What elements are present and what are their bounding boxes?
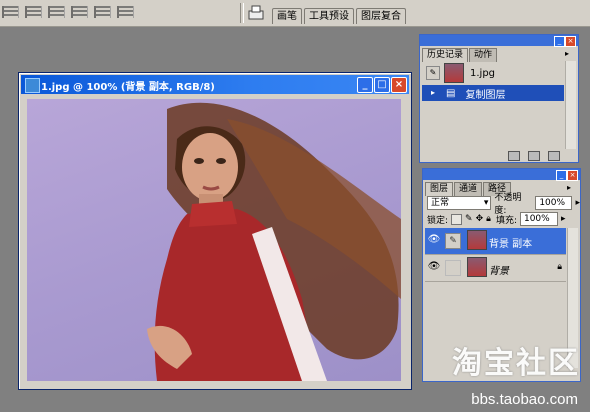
- panel-close-button[interactable]: ×: [565, 36, 576, 47]
- align-distribute-icons: [2, 6, 134, 18]
- history-step-icon: ▤: [446, 87, 456, 99]
- blend-mode-value: 正常: [431, 198, 450, 208]
- distribute-top-icon[interactable]: [71, 6, 88, 18]
- brush-source-icon[interactable]: ✎: [426, 66, 440, 80]
- document-window: 1.jpg @ 100% (背景 副本, RGB/8) _ □ ×: [18, 72, 412, 390]
- tab-history[interactable]: 历史记录: [422, 48, 469, 62]
- layer-name: 背景 副本: [489, 239, 533, 250]
- layers-panel-titlebar[interactable]: _ ×: [423, 169, 580, 181]
- history-tabs: 历史记录 动作: [422, 48, 498, 62]
- panel-menu-arrow-icon[interactable]: ▸: [567, 183, 575, 193]
- toolbar-separator: [240, 3, 244, 23]
- opacity-value: 100%: [539, 198, 566, 208]
- history-step-label: 复制图层: [465, 89, 506, 101]
- link-cell[interactable]: [445, 260, 461, 276]
- document-titlebar[interactable]: 1.jpg @ 100% (背景 副本, RGB/8) _ □ ×: [21, 75, 409, 94]
- layer-thumbnail: [467, 257, 487, 277]
- distribute-bottom-icon[interactable]: [117, 6, 134, 18]
- eye-icon[interactable]: 👁︎: [427, 234, 441, 248]
- close-button[interactable]: ×: [391, 77, 407, 93]
- tab-actions[interactable]: 动作: [469, 48, 498, 62]
- panel-close-button[interactable]: ×: [567, 170, 578, 181]
- tab-layers[interactable]: 图层: [425, 182, 454, 196]
- panel-minimize-button[interactable]: _: [554, 36, 565, 47]
- new-document-icon[interactable]: [508, 151, 520, 161]
- layer-row[interactable]: 👁︎ 背景 🔒︎: [425, 255, 566, 282]
- history-state-slider-icon[interactable]: ▸: [426, 86, 440, 100]
- history-step[interactable]: ▸ ▤ 复制图层: [422, 85, 564, 101]
- new-snapshot-icon[interactable]: [528, 151, 540, 161]
- palette-well-icon[interactable]: [248, 5, 264, 20]
- fill-slider-icon[interactable]: ▸: [561, 214, 566, 224]
- snapshot-name: 1.jpg: [470, 67, 496, 79]
- minimize-button[interactable]: _: [357, 77, 373, 93]
- align-top-icon[interactable]: [2, 6, 19, 18]
- history-scrollbar[interactable]: [565, 61, 576, 149]
- fill-value: 100%: [523, 214, 550, 224]
- blend-opacity-row: 正常 ▾ 不透明度: 100% ▸: [427, 193, 580, 216]
- lock-all-icon[interactable]: 🔒︎: [486, 214, 491, 224]
- opacity-slider-icon[interactable]: ▸: [575, 198, 580, 208]
- layer-name: 背景: [489, 266, 509, 277]
- lock-fill-row: 锁定: ✎ ✥ 🔒︎ 填充: 100% ▸: [427, 212, 566, 226]
- lock-label: 锁定:: [427, 215, 449, 226]
- fill-label: 填充:: [495, 215, 517, 226]
- well-tab-layer-comps[interactable]: 图层复合: [356, 8, 406, 24]
- snapshot-thumbnail: [444, 63, 464, 83]
- history-snapshot[interactable]: ✎ 1.jpg: [422, 61, 564, 85]
- eye-icon[interactable]: 👁︎: [427, 261, 441, 275]
- layer-thumbnail: [467, 230, 487, 250]
- distribute-vcenter-icon[interactable]: [94, 6, 111, 18]
- blend-mode-select[interactable]: 正常 ▾: [427, 196, 492, 210]
- trash-icon[interactable]: [548, 151, 560, 161]
- lock-transparency-icon[interactable]: [451, 213, 463, 225]
- well-tab-brushes[interactable]: 画笔: [272, 8, 302, 24]
- lock-icon: 🔒︎: [557, 262, 562, 272]
- document-canvas[interactable]: [27, 99, 401, 381]
- history-panel-titlebar[interactable]: _ ×: [420, 35, 578, 47]
- layer-row[interactable]: 👁︎ ✎ 背景 副本: [425, 228, 566, 255]
- options-bar: 画笔 工具预设 图层复合: [0, 0, 590, 27]
- history-footer: [508, 151, 560, 161]
- watermark-url: bbs.taobao.com: [471, 391, 578, 408]
- watermark-logo: 淘宝社区: [452, 346, 580, 381]
- tab-channels[interactable]: 通道: [454, 182, 483, 196]
- palette-well: 画笔 工具预设 图层复合: [272, 8, 408, 24]
- opacity-input[interactable]: 100%: [535, 196, 573, 210]
- align-vcenter-icon[interactable]: [25, 6, 42, 18]
- document-title: 1.jpg @ 100% (背景 副本, RGB/8): [41, 82, 215, 93]
- document-icon: [25, 78, 40, 93]
- chevron-down-icon: ▾: [483, 198, 489, 208]
- lock-image-icon[interactable]: ✎: [465, 214, 473, 224]
- align-bottom-icon[interactable]: [48, 6, 65, 18]
- maximize-button[interactable]: □: [374, 77, 390, 93]
- history-panel: _ × 历史记录 动作 ▸ ✎ 1.jpg ▸ ▤ 复制图层: [419, 34, 579, 163]
- fill-input[interactable]: 100%: [519, 212, 558, 226]
- lock-position-icon[interactable]: ✥: [476, 214, 484, 224]
- well-tab-tool-presets[interactable]: 工具预设: [304, 8, 354, 24]
- paintbrush-icon[interactable]: ✎: [445, 233, 461, 249]
- portrait-photo: [147, 102, 401, 381]
- panel-menu-arrow-icon[interactable]: ▸: [565, 49, 573, 59]
- panel-minimize-button[interactable]: _: [556, 170, 567, 181]
